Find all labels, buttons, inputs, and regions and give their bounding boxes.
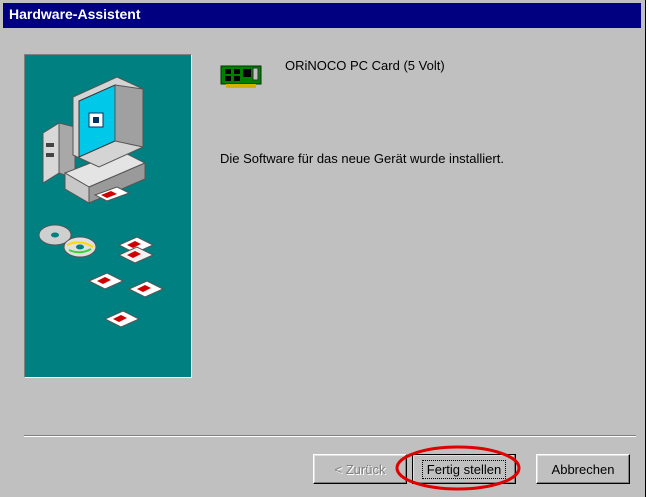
cancel-button[interactable]: Abbrechen [536,454,630,484]
device-name: ORiNOCO PC Card (5 Volt) [285,58,445,73]
back-button[interactable]: < Zurück [313,454,407,484]
wizard-illustration [24,54,192,378]
finish-button-label: Fertig stellen [421,459,507,479]
cancel-button-label: Abbrechen [551,461,615,477]
install-complete-message: Die Software für das neue Gerät wurde in… [220,151,504,166]
finish-button[interactable]: Fertig stellen [412,454,516,484]
separator [24,435,636,437]
window-title: Hardware-Assistent [9,6,141,22]
computer-illustration-icon [38,76,165,328]
network-card-icon [220,65,262,88]
title-bar[interactable]: Hardware-Assistent [3,3,641,28]
wizard-window: Hardware-Assistent ORiNOCO PC Card (5 Vo… [0,0,646,497]
back-button-label: < Zurück [334,461,386,477]
